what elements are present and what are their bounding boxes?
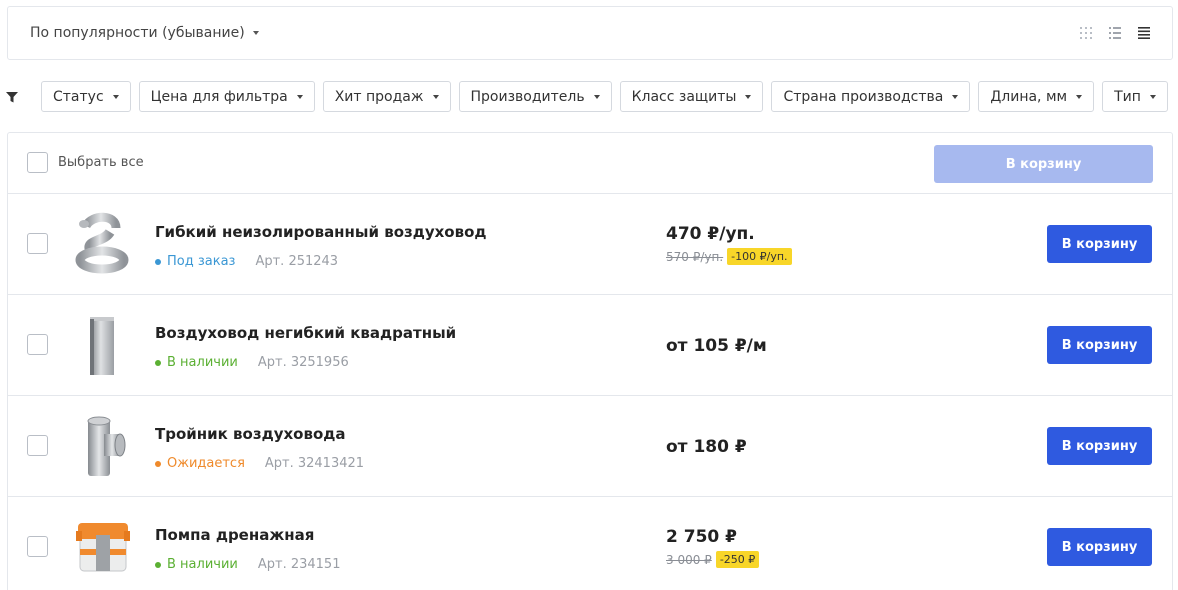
filter-label: Тип (1114, 88, 1141, 105)
product-meta: В наличии Арт. 3251956 (155, 355, 349, 370)
old-price: 570 ₽/уп. (666, 249, 724, 264)
filter-type[interactable]: Тип (1102, 81, 1168, 112)
product-row: Гибкий неизолированный воздуховод Под за… (7, 193, 1173, 295)
chevron-down-icon (593, 94, 600, 99)
sort-label: По популярности (убывание) (30, 25, 245, 41)
chevron-down-icon (112, 94, 119, 99)
filter-label: Статус (53, 88, 104, 105)
status-dot (155, 359, 161, 366)
status-dot (155, 561, 161, 568)
product-name[interactable]: Гибкий неизолированный воздуховод (155, 223, 487, 241)
status-badge: Ожидается (167, 456, 245, 471)
product-checkbox[interactable] (27, 435, 48, 456)
filter-label: Цена для фильтра (150, 88, 288, 105)
product-checkbox[interactable] (27, 334, 48, 355)
product-name[interactable]: Тройник воздуховода (155, 425, 345, 443)
product-checkbox[interactable] (27, 233, 48, 254)
product-sku: Арт. 32413421 (264, 456, 365, 471)
grid-view-icon[interactable] (1080, 27, 1092, 39)
chevron-down-icon (745, 94, 752, 99)
product-price: 470 ₽/уп. (666, 224, 755, 244)
chevron-down-icon (1076, 94, 1083, 99)
product-price: от 180 ₽ (666, 437, 747, 457)
select-all-checkbox[interactable] (27, 152, 48, 173)
product-sku: Арт. 234151 (257, 557, 341, 572)
filter-country[interactable]: Страна производства (771, 81, 971, 112)
add-to-cart-button[interactable]: В корзину (1047, 225, 1152, 263)
sort-dropdown[interactable]: По популярности (убывание) (30, 25, 259, 41)
filter-label: Хит продаж (334, 88, 424, 105)
product-row: Воздуховод негибкий квадратный В наличии… (7, 294, 1173, 396)
view-mode-switcher (1080, 27, 1150, 39)
product-checkbox[interactable] (27, 536, 48, 557)
chevron-down-icon (432, 94, 439, 99)
select-all-label: Выбрать все (58, 155, 144, 170)
product-price: от 105 ₽/м (666, 336, 767, 356)
filter-length[interactable]: Длина, мм (978, 81, 1095, 112)
filter-manufacturer[interactable]: Производитель (458, 81, 612, 112)
select-all-row: Выбрать все В корзину (7, 132, 1173, 194)
discount-badge: -100 ₽/уп. (727, 248, 792, 265)
sort-bar: По популярности (убывание) (7, 6, 1173, 60)
product-meta: Под заказ Арт. 251243 (155, 254, 338, 269)
filter-label: Страна производства (783, 88, 944, 105)
add-to-cart-button[interactable]: В корзину (1047, 427, 1152, 465)
product-meta: В наличии Арт. 234151 (155, 557, 340, 572)
product-row: Помпа дренажная В наличии Арт. 234151 2 … (7, 496, 1173, 590)
product-price: 2 750 ₽ (666, 527, 737, 547)
add-selected-to-cart-button[interactable]: В корзину (934, 145, 1153, 183)
filter-label: Длина, мм (990, 88, 1068, 105)
status-badge: В наличии (167, 557, 238, 572)
product-image[interactable] (74, 513, 130, 579)
chevron-down-icon (952, 94, 959, 99)
add-to-cart-button[interactable]: В корзину (1047, 528, 1152, 566)
chevron-down-icon (252, 31, 259, 35)
chevron-down-icon (1149, 94, 1156, 99)
old-price: 3 000 ₽ (666, 552, 712, 567)
product-image[interactable] (74, 210, 130, 276)
status-dot (155, 258, 161, 265)
product-meta: Ожидается Арт. 32413421 (155, 456, 364, 471)
product-sku: Арт. 3251956 (257, 355, 349, 370)
status-badge: В наличии (167, 355, 238, 370)
product-name[interactable]: Помпа дренажная (155, 526, 314, 544)
table-view-icon[interactable] (1138, 27, 1150, 39)
product-row: Тройник воздуховода Ожидается Арт. 32413… (7, 395, 1173, 497)
list-view-icon[interactable] (1109, 27, 1121, 39)
discount-badge: -250 ₽ (715, 551, 760, 568)
status-badge: Под заказ (167, 254, 236, 269)
chevron-down-icon (296, 94, 303, 99)
filter-label: Класс защиты (631, 88, 737, 105)
filter-bestseller[interactable]: Хит продаж (322, 81, 451, 112)
filter-label: Производитель (470, 88, 585, 105)
filter-price[interactable]: Цена для фильтра (138, 81, 315, 112)
old-price-group: 3 000 ₽ -250 ₽ (666, 551, 760, 568)
filter-icon (6, 88, 18, 107)
filter-protection-class[interactable]: Класс защиты (619, 81, 764, 112)
old-price-group: 570 ₽/уп. -100 ₽/уп. (666, 248, 792, 265)
product-image[interactable] (74, 311, 130, 377)
product-name[interactable]: Воздуховод негибкий квадратный (155, 324, 456, 342)
filter-chips: Статус Цена для фильтра Хит продаж Произ… (41, 81, 1168, 112)
filter-status[interactable]: Статус (41, 81, 131, 112)
product-sku: Арт. 251243 (255, 254, 339, 269)
status-dot (155, 460, 161, 467)
add-to-cart-button[interactable]: В корзину (1047, 326, 1152, 364)
product-image[interactable] (74, 412, 130, 478)
